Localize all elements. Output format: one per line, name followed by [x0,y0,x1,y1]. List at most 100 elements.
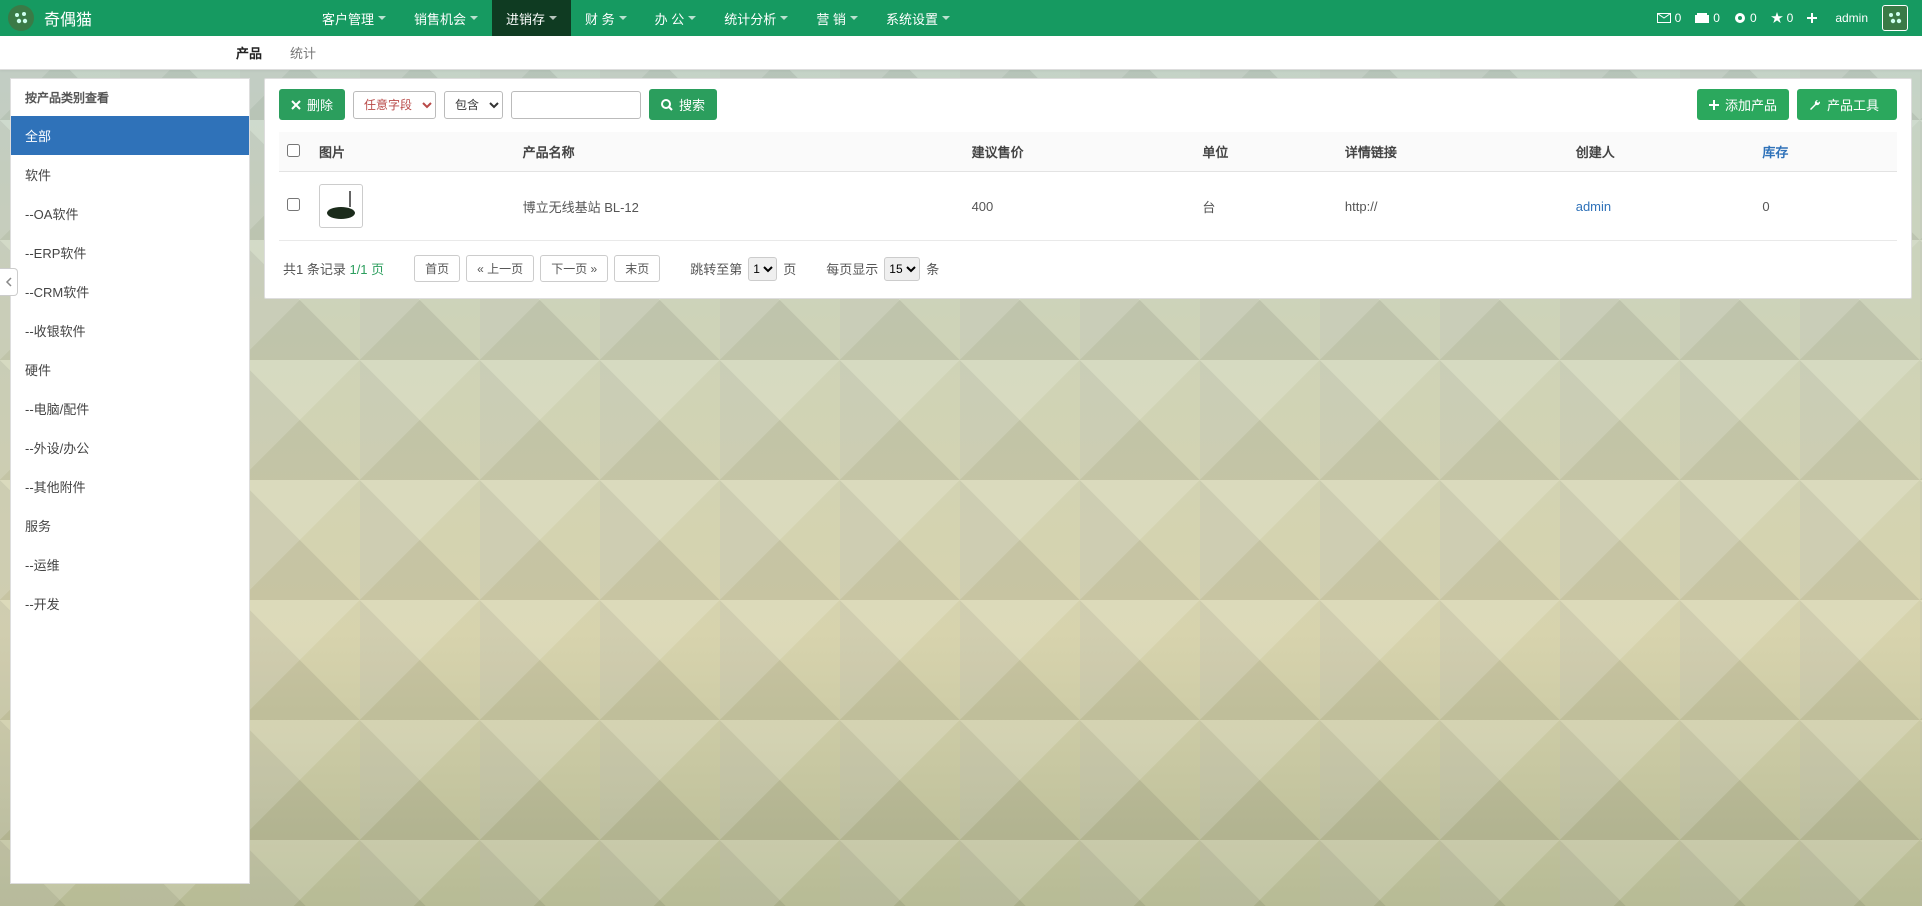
plus-icon-item[interactable] [1807,13,1821,23]
product-table: 图片 产品名称 建议售价 单位 详情链接 创建人 库存 博立无线基站 BL-12… [279,132,1897,241]
category-item[interactable]: 全部 [11,116,249,155]
gear-count: 0 [1750,11,1757,25]
chevron-down-icon [470,16,478,20]
cell-name: 博立无线基站 BL-12 [515,172,964,241]
th-name: 产品名称 [515,132,964,172]
gear-icon-item[interactable]: 0 [1734,11,1757,25]
th-link: 详情链接 [1337,132,1568,172]
username-label[interactable]: admin [1835,11,1868,25]
category-item[interactable]: 硬件 [11,350,249,389]
category-item[interactable]: --OA软件 [11,194,249,233]
add-product-label: 添加产品 [1725,95,1777,114]
per-page: 每页显示 15 条 [826,257,939,281]
mail-icon-item[interactable]: 0 [1657,11,1682,25]
cell-creator[interactable]: admin [1576,199,1611,214]
plus-icon [1709,100,1719,110]
pager-row: 共1 条记录 1/1 页 首页« 上一页下一页 »末页 跳转至第 1 页 每页显… [279,241,1897,288]
ticket-icon [1695,13,1709,23]
ticket-icon-item[interactable]: 0 [1695,11,1720,25]
table-row: 博立无线基站 BL-12400台http://admin0 [279,172,1897,241]
star-count: 0 [1787,11,1794,25]
product-tools-label: 产品工具 [1827,95,1879,114]
product-tools-button[interactable]: 产品工具 [1797,89,1897,120]
main-nav: 客户管理销售机会 进销存财 务 办 公 统计分析 营 销系统设置 [308,0,964,36]
category-item[interactable]: --开发 [11,584,249,623]
jump-to-page: 跳转至第 1 页 [690,257,796,281]
row-checkbox[interactable] [287,198,300,211]
topbar: 奇偶猫 客户管理销售机会 进销存财 务 办 公 统计分析 营 销系统设置 0 0 0 0… [0,0,1922,36]
sidebar-collapse-handle[interactable] [0,268,18,296]
nav-item[interactable]: 进销存 [492,0,571,36]
star-icon [1771,12,1783,24]
pager-button[interactable]: 首页 [414,255,460,282]
category-item[interactable]: 软件 [11,155,249,194]
pager-buttons: 首页« 上一页下一页 »末页 [414,255,660,282]
search-button[interactable]: 搜索 [649,89,717,120]
chevron-down-icon [780,16,788,20]
delete-button[interactable]: 删除 [279,89,345,120]
brand-logo [8,5,34,31]
pager-button[interactable]: 下一页 » [540,255,608,282]
nav-item[interactable]: 客户管理 [308,0,400,36]
category-item[interactable]: --外设/办公 [11,428,249,467]
th-unit: 单位 [1194,132,1337,172]
search-icon [661,99,673,111]
chevron-left-icon [5,277,13,287]
sub-tab[interactable]: 产品 [222,36,276,69]
sub-tab[interactable]: 统计 [276,36,330,69]
th-price: 建议售价 [964,132,1195,172]
product-panel: 删除 任意字段 包含 搜索 添加产品 [264,78,1912,299]
nav-item-label: 销售机会 [414,9,466,28]
star-icon-item[interactable]: 0 [1771,11,1794,25]
operator-select[interactable]: 包含 [444,91,503,119]
cell-stock: 0 [1754,172,1897,241]
per-page-select[interactable]: 15 [884,257,920,281]
th-creator: 创建人 [1568,132,1755,172]
category-item[interactable]: --其他附件 [11,467,249,506]
sub-tabs: 产品统计 [0,36,1922,70]
add-product-button[interactable]: 添加产品 [1697,89,1789,120]
nav-item-label: 办 公 [655,9,685,28]
record-count: 共1 条记录 1/1 页 [283,259,384,278]
select-all-checkbox[interactable] [287,144,300,157]
nav-item-label: 系统设置 [886,9,938,28]
nav-item[interactable]: 系统设置 [872,0,964,36]
nav-item[interactable]: 办 公 [641,0,711,36]
category-item[interactable]: --电脑/配件 [11,389,249,428]
pager-button[interactable]: 末页 [614,255,660,282]
chevron-down-icon [549,16,557,20]
chevron-down-icon [619,16,627,20]
nav-item-label: 财 务 [585,9,615,28]
mail-icon [1657,13,1671,23]
wrench-icon [1809,99,1821,111]
delete-label: 删除 [307,95,333,114]
ticket-count: 0 [1713,11,1720,25]
nav-item[interactable]: 营 销 [802,0,872,36]
field-select[interactable]: 任意字段 [353,91,436,119]
chevron-down-icon [688,16,696,20]
nav-item[interactable]: 财 务 [571,0,641,36]
gear-icon [1734,12,1746,24]
category-sidebar: 按产品类别查看 全部软件--OA软件--ERP软件--CRM软件--收银软件硬件… [10,78,250,884]
category-item[interactable]: --ERP软件 [11,233,249,272]
category-item[interactable]: 服务 [11,506,249,545]
nav-item[interactable]: 销售机会 [400,0,492,36]
pager-button[interactable]: « 上一页 [466,255,534,282]
mail-count: 0 [1675,11,1682,25]
category-item[interactable]: --运维 [11,545,249,584]
category-item[interactable]: --收银软件 [11,311,249,350]
category-item[interactable]: --CRM软件 [11,272,249,311]
chevron-down-icon [850,16,858,20]
close-icon [291,100,301,110]
nav-item[interactable]: 统计分析 [710,0,802,36]
th-image: 图片 [311,132,515,172]
product-thumb[interactable] [319,184,363,228]
brand-name: 奇偶猫 [44,6,92,30]
cell-price: 400 [964,172,1195,241]
search-input[interactable] [511,91,641,119]
nav-item-label: 统计分析 [724,9,776,28]
cell-link[interactable]: http:// [1337,172,1568,241]
avatar[interactable] [1882,5,1908,31]
jump-page-select[interactable]: 1 [748,257,777,281]
chevron-down-icon [942,16,950,20]
